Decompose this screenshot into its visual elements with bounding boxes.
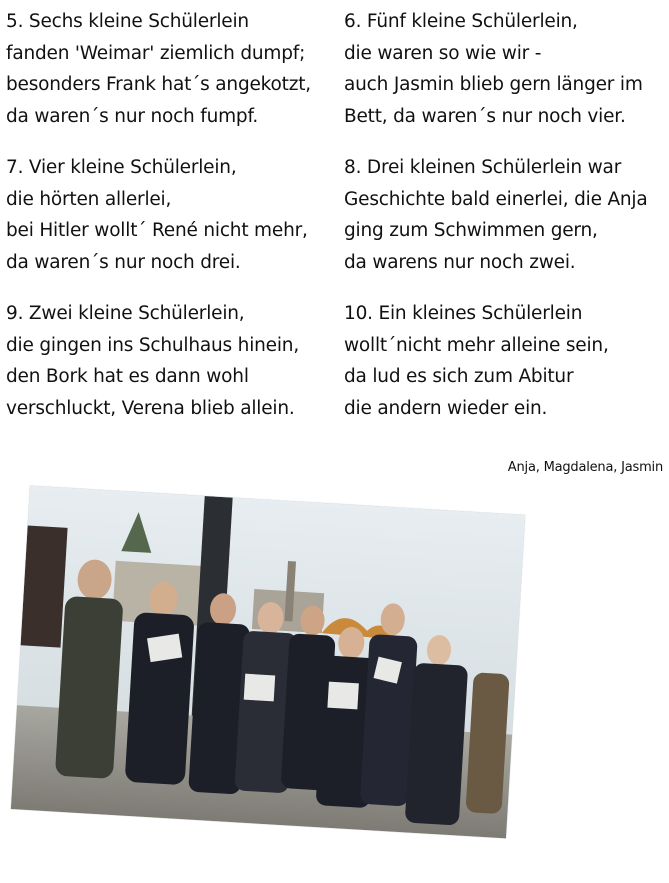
stanza-8: 8. Drei kleinen Schülerlein war Geschich…	[344, 152, 669, 278]
stanza-line: 5. Sechs kleine Schülerlein	[6, 11, 249, 32]
stanza-line: 7. Vier kleine Schülerlein,	[6, 157, 237, 178]
stanza-line: wollt´nicht mehr alleine sein,	[344, 334, 609, 356]
stanza-line: Bett, da waren´s nur noch vier.	[344, 105, 626, 127]
stanza-line: da waren´s nur noch drei.	[6, 251, 241, 273]
stanza-line: 6. Fünf kleine Schülerlein,	[344, 11, 578, 32]
stanza-line: Geschichte bald einerlei, die Anja	[344, 188, 648, 210]
stanza-line: die andern wieder ein.	[344, 397, 548, 419]
stanza-line: da lud es sich zum Abitur	[344, 366, 574, 387]
stanza-line: die gingen ins Schulhaus hinein,	[6, 334, 299, 356]
stanza-line: die waren so wie wir -	[344, 42, 542, 64]
stanza-line: ging zum Schwimmen gern,	[344, 220, 598, 241]
stanza-line: fanden 'Weimar' ziemlich dumpf;	[6, 42, 306, 64]
stanza-line: 10. Ein kleines Schülerlein	[344, 303, 583, 324]
group-photo-image	[10, 485, 526, 839]
stanza-line: da waren´s nur noch fumpf.	[6, 105, 259, 127]
stanza-line: besonders Frank hat´s angekotzt,	[6, 74, 311, 95]
stanza-7: 7. Vier kleine Schülerlein, die hörten a…	[6, 152, 336, 278]
stanza-line: da warens nur noch zwei.	[344, 251, 576, 273]
stanza-line: den Bork hat es dann wohl	[6, 366, 249, 387]
stanza-line: 9. Zwei kleine Schülerlein,	[6, 303, 245, 324]
stanza-line: bei Hitler wollt´ René nicht mehr,	[6, 220, 308, 241]
group-photo	[10, 485, 526, 839]
stanza-line: 8. Drei kleinen Schülerlein war	[344, 157, 622, 178]
stanza-5: 5. Sechs kleine Schülerlein fanden 'Weim…	[6, 6, 336, 132]
stanza-line: auch Jasmin blieb gern länger im	[344, 74, 643, 95]
stanza-10: 10. Ein kleines Schülerlein wollt´nicht …	[344, 298, 669, 424]
stanza-6: 6. Fünf kleine Schülerlein, die waren so…	[344, 6, 669, 132]
stanza-line: die hörten allerlei,	[6, 188, 172, 210]
stanza-line: verschluckt, Verena blieb allein.	[6, 397, 295, 419]
stanza-9: 9. Zwei kleine Schülerlein, die gingen i…	[6, 298, 336, 424]
authors-credit: Anja, Magdalena, Jasmin	[507, 460, 663, 475]
